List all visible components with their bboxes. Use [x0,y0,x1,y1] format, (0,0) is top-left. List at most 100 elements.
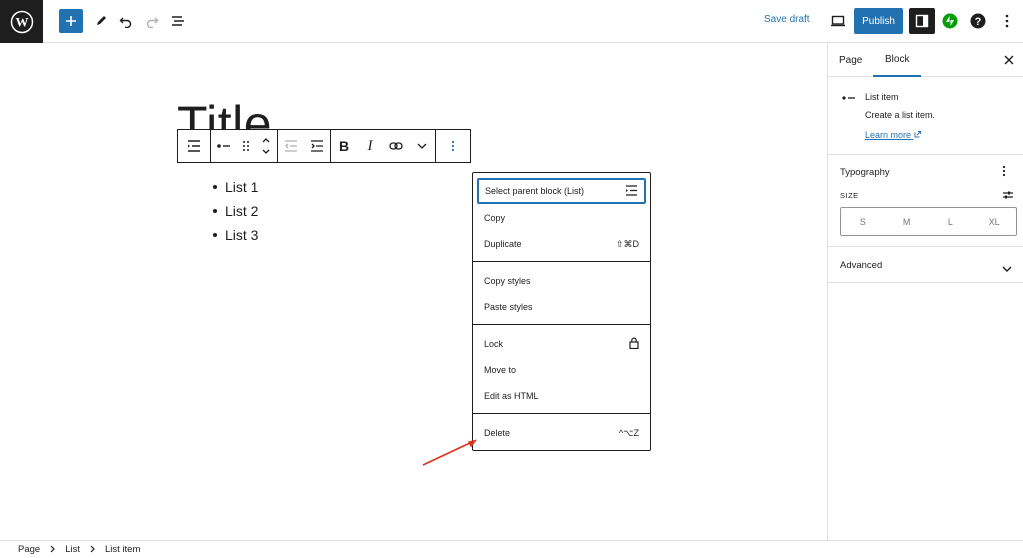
list-item-icon[interactable] [211,130,237,162]
chevron-right-icon [90,545,95,555]
size-option-xl[interactable]: XL [972,208,1016,235]
annotation-arrow-icon [422,439,477,466]
list-item[interactable]: List 1 [213,175,258,199]
options-vertical-dots-icon[interactable] [995,9,1019,33]
breadcrumb: Page List List item [0,540,1023,558]
toolbar-group-options [435,129,471,163]
move-to-menu-item[interactable]: Move to [477,357,646,383]
select-parent-list-icon[interactable] [178,130,210,162]
list-item[interactable]: List 2 [213,199,258,223]
list-block: List 1 List 2 List 3 [213,175,258,247]
menu-item-label: Edit as HTML [484,391,539,401]
sidebar-tabs: Page Block [828,43,1023,77]
block-options-dots-icon[interactable] [436,130,470,162]
drag-handle-icon[interactable] [237,130,255,162]
menu-item-label: Duplicate [484,239,522,249]
advanced-title: Advanced [840,260,883,271]
block-card-title: List item [865,92,899,102]
breadcrumb-list[interactable]: List [65,544,80,555]
list-item[interactable]: List 3 [213,223,258,247]
list-item-icon [841,90,857,100]
menu-item-label: Paste styles [484,302,533,312]
block-card: List item Create a list item. Learn more [828,77,1023,155]
block-inserter-button[interactable] [59,9,83,33]
toolbar-group-format: B I [330,129,436,163]
paste-styles-menu-item[interactable]: Paste styles [477,294,646,320]
select-parent-block-menu-item[interactable]: Select parent block (List) [477,178,646,204]
lock-menu-item[interactable]: Lock [477,331,646,357]
size-option-m[interactable]: M [885,208,929,235]
tab-page[interactable]: Page [839,43,862,77]
list-item-text: List 1 [225,179,259,195]
list-item-text: List 2 [225,203,259,219]
bullet [213,209,217,213]
block-card-description: Create a list item. [865,110,936,120]
tab-block[interactable]: Block [873,43,922,77]
font-size-picker: S M L XL [840,207,1017,236]
menu-divider [473,261,650,262]
undo-icon[interactable] [114,9,138,33]
duplicate-menu-item[interactable]: Duplicate ⇧⌘D [477,231,646,257]
toolbar-group-block [210,129,278,163]
menu-item-label: Select parent block (List) [485,186,585,196]
indent-icon[interactable] [304,130,330,162]
help-icon[interactable]: ? [966,9,990,33]
menu-item-label: Move to [484,365,517,375]
delete-menu-item[interactable]: Delete ^⌥Z [477,420,646,446]
link-icon[interactable] [383,130,409,162]
chevron-down-icon [1002,259,1012,277]
menu-item-label: Delete [484,428,511,438]
learn-more-label: Learn more [865,130,912,140]
typography-title: Typography [840,167,890,178]
editor-canvas: Title B I List 1 List 2 List 3 [0,43,827,540]
more-rich-text-chevron-down-icon[interactable] [409,130,435,162]
size-option-s[interactable]: S [841,208,885,235]
redo-icon[interactable] [140,9,164,33]
preview-laptop-icon[interactable] [826,9,850,33]
settings-sidebar-toggle-icon[interactable] [909,8,935,34]
typography-options-dots-icon[interactable] [1002,165,1006,180]
bullet [213,233,217,237]
learn-more-link[interactable]: Learn more [865,130,921,140]
shortcut-label: ^⌥Z [618,427,639,438]
toolbar-group-parent [177,129,211,163]
typography-panel: Typography SIZE S M L XL [828,155,1023,247]
italic-button[interactable]: I [357,130,383,162]
tools-pencil-icon[interactable] [89,9,113,33]
close-icon[interactable] [1002,53,1016,67]
save-draft-button[interactable]: Save draft [764,14,810,25]
custom-size-sliders-icon[interactable] [1002,188,1014,206]
chevron-right-icon [50,545,56,555]
lock-icon [629,337,639,351]
external-link-icon [914,131,921,138]
menu-item-label: Lock [484,339,504,349]
outdent-icon[interactable] [278,130,304,162]
bold-button[interactable]: B [331,130,357,162]
publish-button[interactable]: Publish [854,8,903,34]
svg-text:?: ? [975,16,982,28]
copy-styles-menu-item[interactable]: Copy styles [477,268,646,294]
breadcrumb-page[interactable]: Page [18,544,40,555]
menu-item-label: Copy styles [484,276,531,286]
edit-as-html-menu-item[interactable]: Edit as HTML [477,383,646,409]
wordpress-logo-icon[interactable]: W [0,0,43,43]
bullet [213,185,217,189]
jetpack-icon[interactable] [938,9,962,33]
menu-item-label: Copy [484,213,506,223]
move-up-down-icon[interactable] [255,130,277,162]
toolbar-group-indent [277,129,331,163]
size-option-l[interactable]: L [929,208,973,235]
menu-divider [473,324,650,325]
shortcut-label: ⇧⌘D [615,238,639,249]
document-overview-icon[interactable] [166,9,190,33]
list-item-text: List 3 [225,227,259,243]
svg-text:W: W [15,14,28,29]
menu-divider [473,413,650,414]
advanced-panel-toggle[interactable]: Advanced [828,247,1023,283]
editor-header: W Save draft Publish ? [0,0,1023,43]
size-label: SIZE [840,191,859,200]
copy-menu-item[interactable]: Copy [477,205,646,231]
settings-sidebar: Page Block List item Create a list item.… [827,43,1023,540]
block-options-menu: Select parent block (List) Copy Duplicat… [472,172,651,451]
list-parent-icon [625,184,638,198]
